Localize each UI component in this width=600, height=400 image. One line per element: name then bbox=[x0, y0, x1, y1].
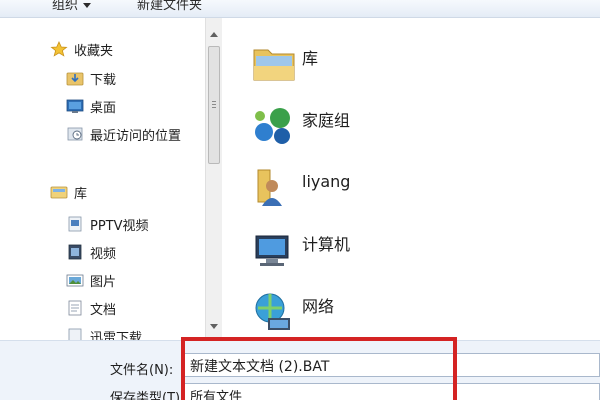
nav-item-recent-places[interactable]: 最近访问的位置 bbox=[66, 123, 181, 145]
scroll-up-arrow-icon[interactable] bbox=[210, 32, 218, 37]
scroll-down-arrow-icon[interactable] bbox=[210, 324, 218, 329]
nav-item-favorites[interactable]: 收藏夹 bbox=[50, 38, 113, 60]
new-folder-button[interactable]: 新建文件夹 bbox=[137, 0, 202, 13]
nav-item-label: 文档 bbox=[90, 302, 117, 318]
star-icon bbox=[50, 41, 68, 57]
computer-icon bbox=[250, 226, 298, 272]
library-icon bbox=[50, 184, 68, 200]
network-icon bbox=[250, 288, 298, 334]
download-folder-icon bbox=[66, 328, 84, 340]
content-pane: 库 家庭组 liyang 计算机 网络 bbox=[222, 18, 600, 340]
filename-input[interactable]: 新建文本文档 (2).BAT bbox=[181, 353, 600, 377]
organize-label: 组织 bbox=[52, 0, 79, 13]
organize-button[interactable]: 组织 bbox=[52, 0, 92, 13]
nav-item-thunder-downloads[interactable]: 迅雷下载 bbox=[66, 325, 142, 340]
pictures-icon bbox=[66, 272, 84, 288]
nav-item-label: 收藏夹 bbox=[74, 43, 114, 59]
content-item-user-folder[interactable]: liyang bbox=[250, 164, 350, 210]
nav-item-downloads[interactable]: 下载 bbox=[66, 67, 116, 89]
nav-item-label: 迅雷下载 bbox=[90, 330, 143, 341]
nav-item-label: 下载 bbox=[90, 72, 117, 88]
user-folder-icon bbox=[250, 164, 298, 210]
video-folder-icon bbox=[66, 216, 84, 232]
nav-item-libraries[interactable]: 库 bbox=[50, 181, 87, 203]
chevron-down-icon bbox=[83, 3, 92, 8]
nav-item-label: 桌面 bbox=[90, 100, 117, 116]
scrollbar-thumb[interactable] bbox=[208, 46, 220, 164]
nav-item-label: 图片 bbox=[90, 274, 117, 290]
desktop-icon bbox=[66, 98, 84, 114]
recent-places-icon bbox=[66, 126, 84, 142]
nav-item-label: 最近访问的位置 bbox=[90, 128, 182, 144]
content-item-label: 网络 bbox=[302, 297, 335, 316]
nav-item-pictures[interactable]: 图片 bbox=[66, 269, 116, 291]
save-type-label: 保存类型(T): bbox=[110, 391, 185, 400]
content-item-label: 库 bbox=[302, 49, 319, 68]
content-item-computer[interactable]: 计算机 bbox=[250, 226, 350, 272]
nav-scrollbar[interactable] bbox=[205, 18, 222, 340]
save-type-select[interactable]: 所有文件 bbox=[181, 383, 600, 400]
video-icon bbox=[66, 244, 84, 260]
homegroup-icon bbox=[250, 102, 298, 148]
nav-item-videos[interactable]: 视频 bbox=[66, 241, 116, 263]
toolbar: 组织 新建文件夹 bbox=[0, 0, 600, 18]
nav-item-label: 视频 bbox=[90, 246, 117, 262]
content-item-network[interactable]: 网络 bbox=[250, 288, 334, 334]
library-icon bbox=[250, 40, 298, 86]
content-item-label: 家庭组 bbox=[302, 111, 351, 130]
download-folder-icon bbox=[66, 70, 84, 86]
content-item-homegroup[interactable]: 家庭组 bbox=[250, 102, 350, 148]
nav-item-label: PPTV视频 bbox=[90, 218, 149, 234]
filename-label: 文件名(N): bbox=[110, 363, 174, 378]
save-options-panel: 文件名(N): 新建文本文档 (2).BAT 保存类型(T): 所有文件 bbox=[0, 340, 600, 400]
nav-item-documents[interactable]: 文档 bbox=[66, 297, 116, 319]
nav-item-pptv[interactable]: PPTV视频 bbox=[66, 213, 149, 235]
nav-item-desktop[interactable]: 桌面 bbox=[66, 95, 116, 117]
content-item-label: liyang bbox=[302, 171, 351, 191]
navigation-pane: 收藏夹 下载 桌面 最近访问的位置 库 PPTV视频 视频 图片 文档 迅雷下载 bbox=[0, 18, 205, 340]
content-item-libraries[interactable]: 库 bbox=[250, 40, 318, 86]
nav-item-label: 库 bbox=[74, 186, 88, 202]
content-item-label: 计算机 bbox=[302, 235, 351, 254]
grip-icon bbox=[212, 101, 216, 108]
documents-icon bbox=[66, 300, 84, 316]
